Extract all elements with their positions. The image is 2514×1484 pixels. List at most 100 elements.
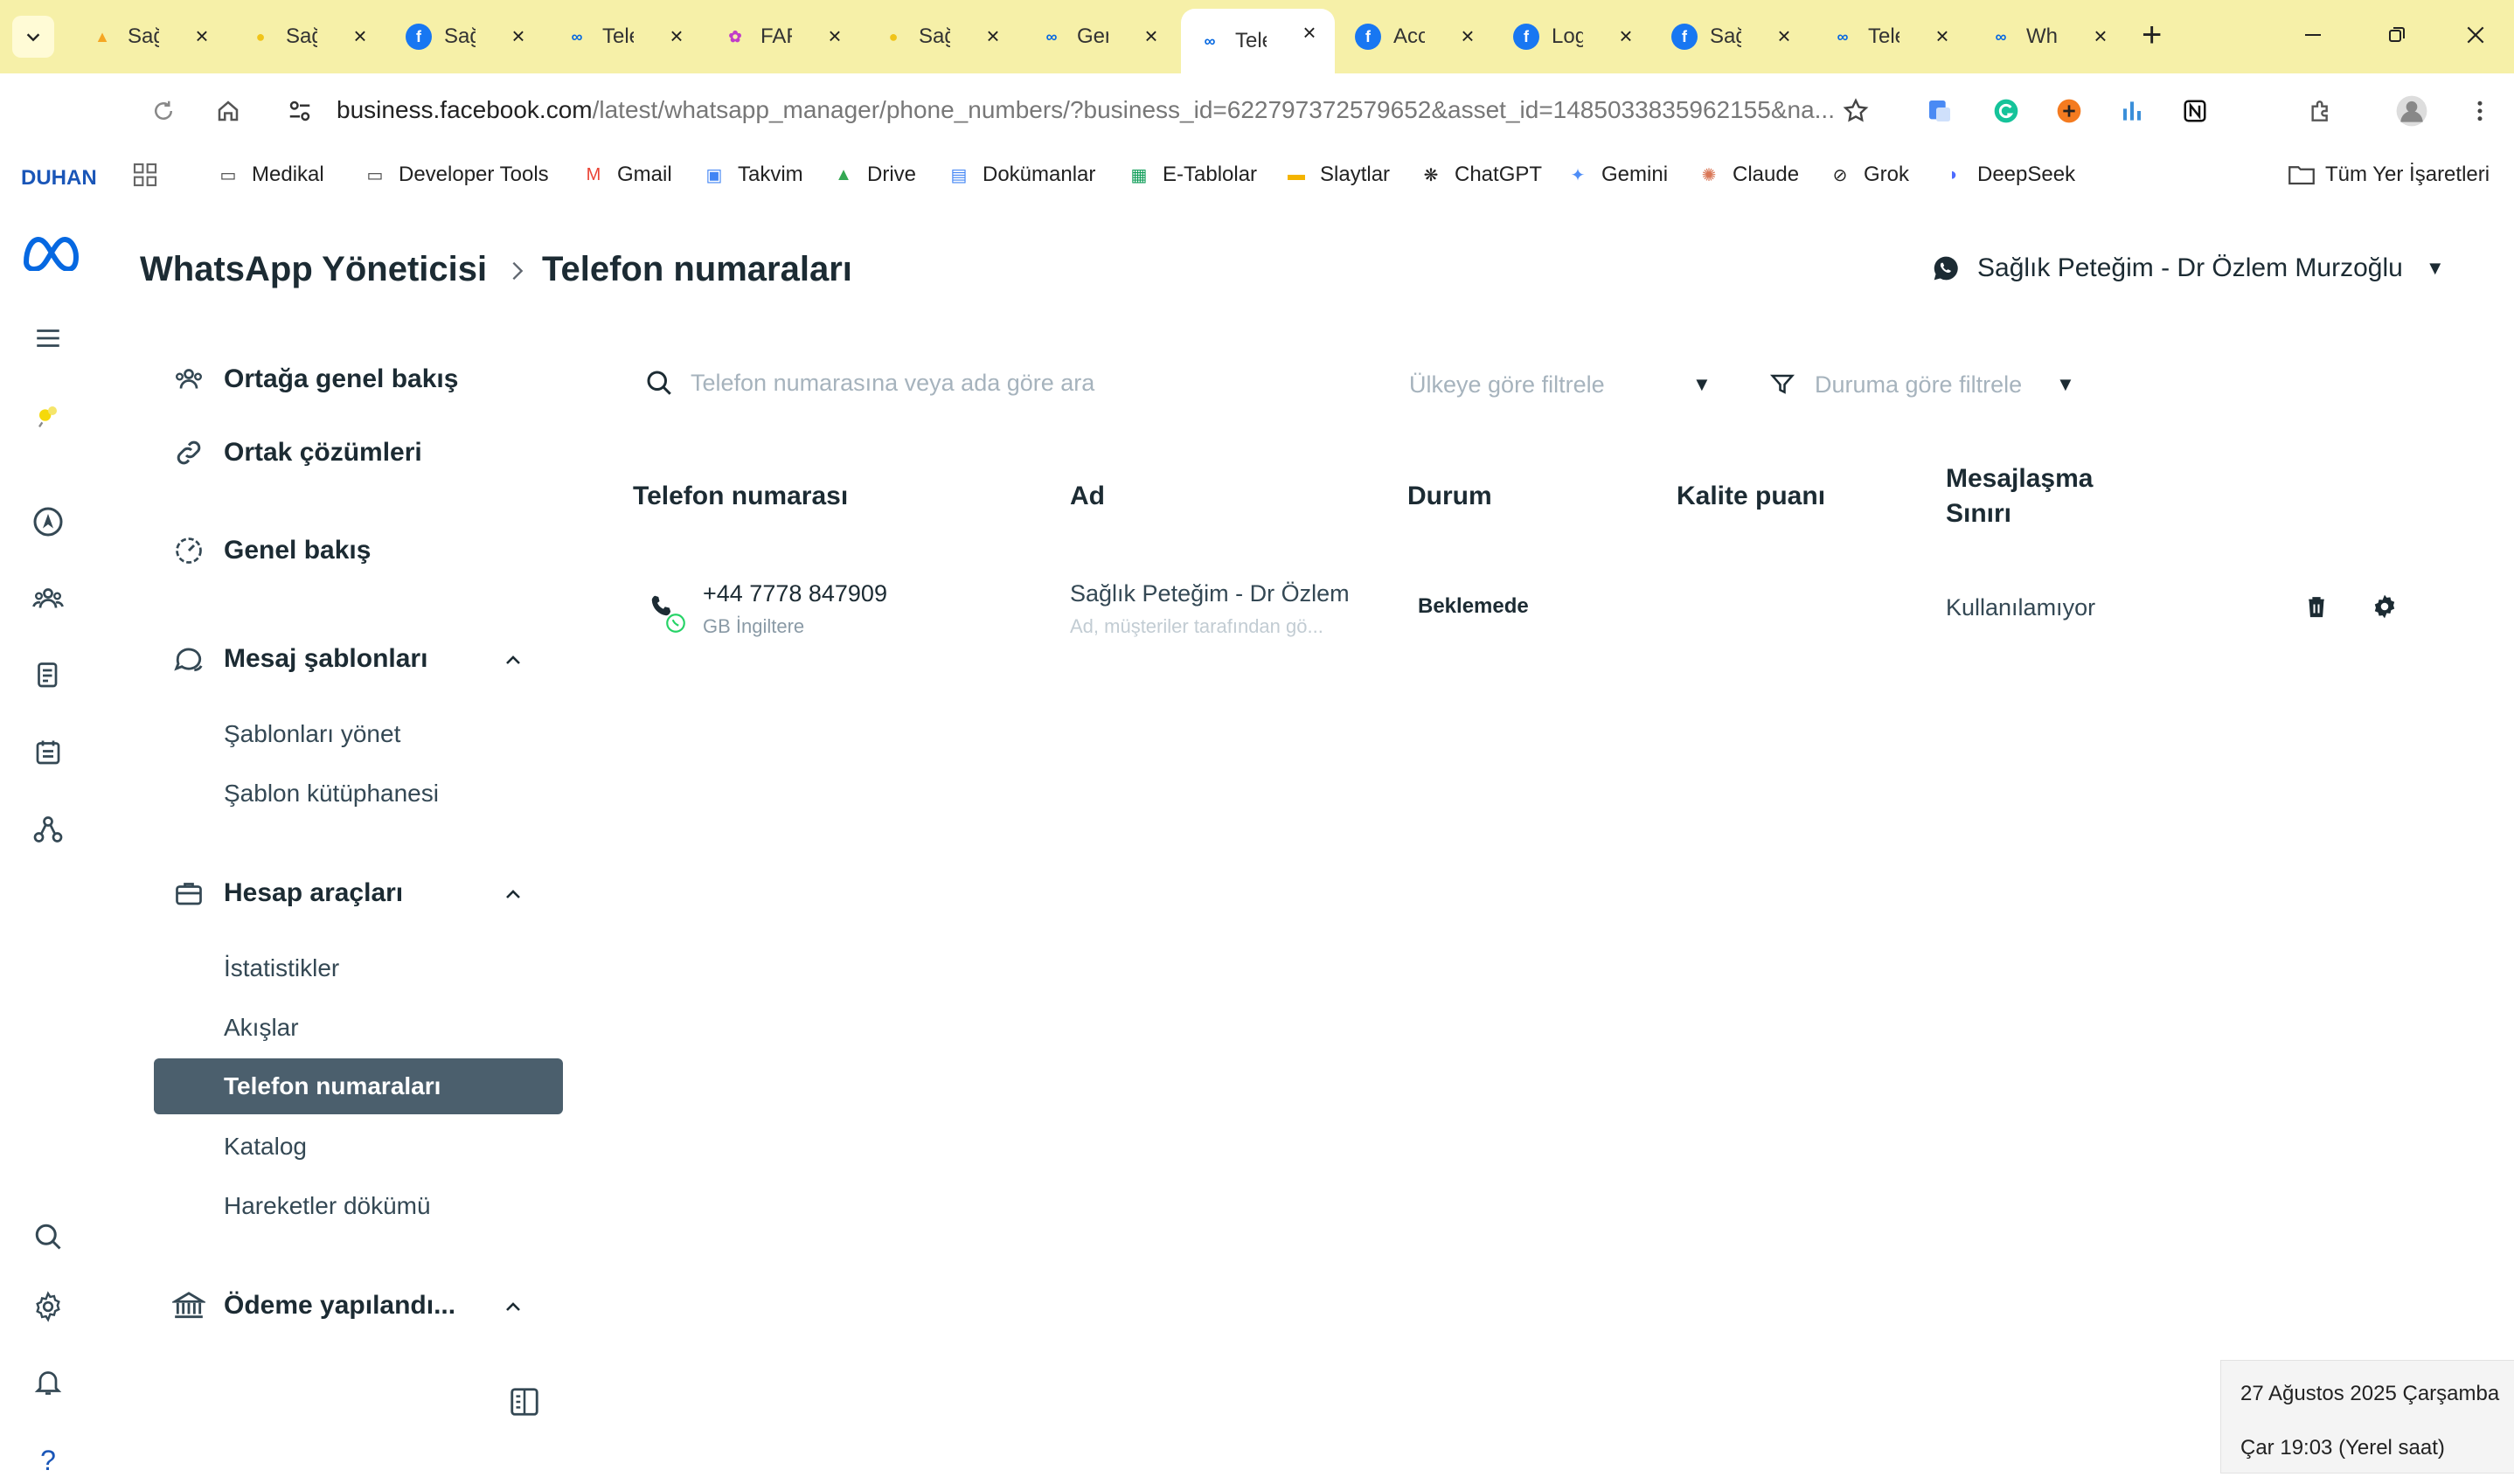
rail-documents[interactable]: [28, 655, 68, 696]
site-info-button[interactable]: [280, 91, 320, 131]
rail-billing[interactable]: [28, 732, 68, 773]
tab-close-icon[interactable]: ×: [347, 23, 373, 49]
minimize-button[interactable]: [2295, 17, 2330, 52]
rail-settings[interactable]: [28, 1286, 68, 1327]
browser-menu-button[interactable]: [2460, 91, 2500, 131]
browser-tab[interactable]: f Sağ ×: [390, 12, 544, 61]
tab-close-icon[interactable]: ×: [1455, 23, 1481, 49]
profile-avatar[interactable]: [2392, 91, 2432, 131]
plus-extension[interactable]: [2049, 91, 2089, 131]
collapse-templates-button[interactable]: [500, 647, 526, 673]
bookmark-item[interactable]: ▤ Dokümanlar: [946, 159, 1096, 191]
column-header-limit[interactable]: Mesajlaşma Sınırı: [1946, 461, 2093, 531]
settings-button[interactable]: [2367, 589, 2402, 624]
all-bookmarks-folder[interactable]: Tüm Yer İşaretleri: [2288, 159, 2490, 191]
address-bar[interactable]: business.facebook.com/latest/whatsapp_ma…: [337, 96, 1835, 124]
nav-overview[interactable]: Genel bakış: [171, 533, 371, 568]
tab-close-icon[interactable]: ×: [1613, 23, 1639, 49]
column-header-name[interactable]: Ad: [1070, 479, 1105, 514]
rail-notifications[interactable]: [28, 1362, 68, 1402]
nav-catalog[interactable]: Katalog: [224, 1133, 307, 1161]
bookmark-item[interactable]: ▦ E-Tablolar: [1126, 159, 1258, 191]
tab-close-icon[interactable]: ×: [1138, 23, 1164, 49]
browser-tab[interactable]: ● Sağ ×: [865, 12, 1018, 61]
bookmark-item[interactable]: ▲ Drive: [830, 159, 916, 191]
nav-account-tools[interactable]: Hesap araçları: [171, 876, 403, 911]
account-selector[interactable]: Sağlık Peteğim - Dr Özlem Murzoğlu ▼: [1932, 253, 2445, 283]
bookmark-item[interactable]: ▣ Takvim: [701, 159, 803, 191]
notion-extension[interactable]: [2175, 91, 2215, 131]
country-filter[interactable]: Ülkeye göre filtrele ▼: [1409, 367, 1715, 402]
rail-compass[interactable]: [28, 502, 68, 542]
bookmark-item[interactable]: ✺ Claude: [1696, 159, 1799, 191]
bookmark-item[interactable]: ◗ DeepSeek: [1941, 159, 2075, 191]
bookmark-item[interactable]: ▭ Medikal: [215, 159, 324, 191]
bookmark-star-button[interactable]: [1836, 91, 1876, 131]
nav-message-templates[interactable]: Mesaj şablonları: [171, 641, 427, 676]
collapse-account-tools-button[interactable]: [500, 881, 526, 907]
tab-close-icon[interactable]: ×: [505, 23, 531, 49]
bookmark-item[interactable]: ⊘ Grok: [1827, 159, 1909, 191]
tab-close-icon[interactable]: ×: [822, 23, 848, 49]
rail-people[interactable]: [28, 579, 68, 619]
bookmark-item[interactable]: ▬ Slaytlar: [1283, 159, 1390, 191]
tab-close-icon[interactable]: ×: [1771, 23, 1797, 49]
bookmark-item[interactable]: ✦ Gemini: [1565, 159, 1668, 191]
grammarly-extension[interactable]: [1986, 91, 2026, 131]
tab-search-button[interactable]: [12, 16, 54, 58]
reload-button[interactable]: [143, 91, 184, 131]
nav-manage-templates[interactable]: Şablonları yönet: [224, 720, 400, 748]
tab-close-icon[interactable]: ×: [2087, 23, 2114, 49]
bookmark-item[interactable]: ▭ Developer Tools: [362, 159, 549, 191]
menu-button[interactable]: [28, 318, 68, 358]
column-header-phone[interactable]: Telefon numarası: [633, 479, 848, 514]
nav-partner-solutions[interactable]: Ortak çözümleri: [171, 435, 422, 470]
rail-integrations[interactable]: [28, 809, 68, 849]
browser-tab[interactable]: ✿ FAF ×: [706, 12, 860, 61]
column-header-status[interactable]: Durum: [1407, 479, 1492, 514]
analytics-extension[interactable]: [2112, 91, 2152, 131]
search-input[interactable]: [691, 369, 1355, 397]
browser-tab[interactable]: ● Sağ ×: [232, 12, 385, 61]
nav-phone-numbers[interactable]: Telefon numaraları: [154, 1058, 563, 1114]
breadcrumb-root[interactable]: WhatsApp Yöneticisi: [140, 250, 487, 289]
close-window-button[interactable]: [2458, 17, 2493, 52]
browser-tab[interactable]: ∞ Gen ×: [1023, 12, 1177, 61]
tab-close-icon[interactable]: ×: [980, 23, 1006, 49]
bookmark-item[interactable]: M Gmail: [580, 159, 672, 191]
apps-button[interactable]: [131, 159, 159, 191]
help-icon[interactable]: ?: [28, 1440, 68, 1481]
browser-tab[interactable]: ∞ Wh ×: [1972, 12, 2126, 61]
collapse-sidebar-button[interactable]: [505, 1383, 544, 1421]
profile-label[interactable]: DUHAN: [21, 166, 97, 191]
home-button[interactable]: [208, 91, 248, 131]
browser-tab[interactable]: f Log ×: [1497, 12, 1651, 61]
rail-search[interactable]: [28, 1217, 68, 1257]
delete-button[interactable]: [2299, 589, 2334, 624]
column-header-quality[interactable]: Kalite puanı: [1677, 479, 1825, 514]
restore-button[interactable]: [2379, 17, 2414, 52]
status-filter[interactable]: Duruma göre filtrele ▼: [1769, 367, 2084, 402]
translate-extension[interactable]: [1920, 91, 1960, 131]
collapse-payment-button[interactable]: [500, 1293, 526, 1320]
nav-transactions[interactable]: Hareketler dökümü: [224, 1192, 431, 1220]
bookmark-item[interactable]: ❋ ChatGPT: [1418, 159, 1542, 191]
browser-tab[interactable]: ∞ Tele ×: [1181, 9, 1335, 73]
extensions-button[interactable]: [2301, 91, 2341, 131]
tab-close-icon[interactable]: ×: [1296, 19, 1323, 45]
nav-flows[interactable]: Akışlar: [224, 1014, 299, 1042]
browser-tab[interactable]: f Sağ ×: [1656, 12, 1809, 61]
nav-template-library[interactable]: Şablon kütüphanesi: [224, 780, 439, 808]
tab-close-icon[interactable]: ×: [189, 23, 215, 49]
meta-logo[interactable]: [19, 225, 80, 278]
browser-tab[interactable]: ▲ Sağ ×: [73, 12, 227, 61]
browser-tab[interactable]: f Acc ×: [1339, 12, 1493, 61]
nav-statistics[interactable]: İstatistikler: [224, 954, 339, 982]
browser-tab[interactable]: ∞ Tele ×: [1814, 12, 1968, 61]
nav-partner-overview[interactable]: Ortağa genel bakış: [171, 362, 458, 397]
new-tab-button[interactable]: +: [2142, 16, 2162, 54]
tab-close-icon[interactable]: ×: [663, 23, 690, 49]
nav-payment-setup[interactable]: Ödeme yapılandı...: [171, 1288, 455, 1323]
browser-tab[interactable]: ∞ Tele ×: [548, 12, 702, 61]
tab-close-icon[interactable]: ×: [1929, 23, 1955, 49]
